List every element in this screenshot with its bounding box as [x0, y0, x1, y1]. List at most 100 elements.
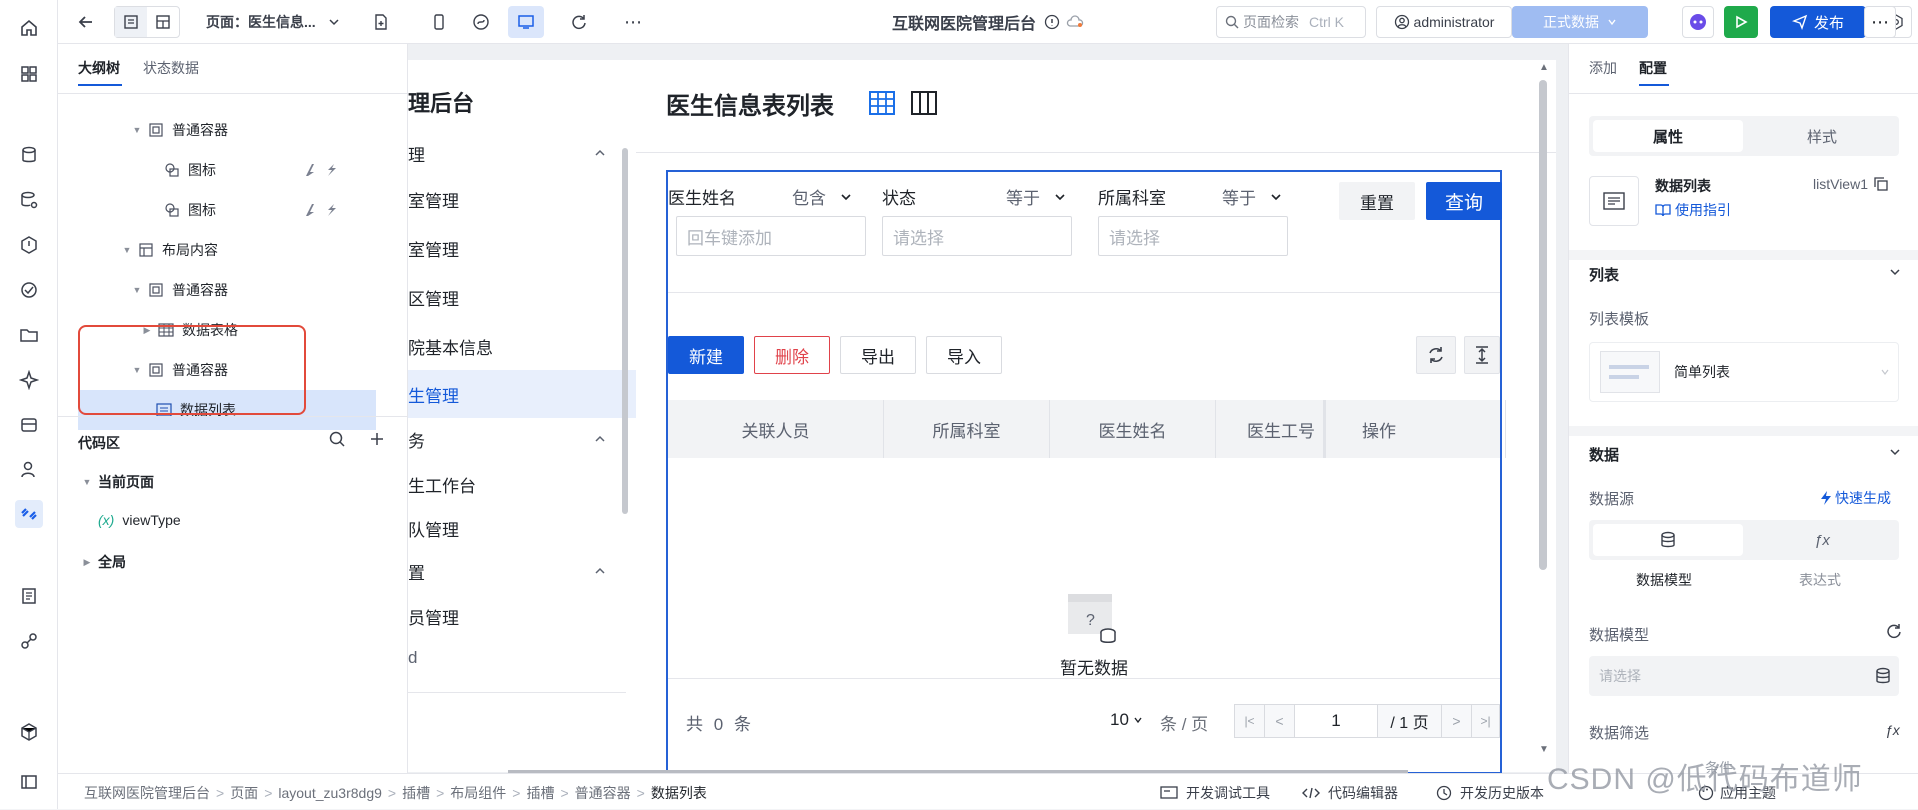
- breadcrumb-item[interactable]: 插槽: [526, 783, 554, 803]
- menu-item[interactable]: 院基本信息: [408, 326, 638, 366]
- filter-operator[interactable]: 等于: [1222, 184, 1282, 209]
- next-page-icon[interactable]: >: [1441, 705, 1471, 737]
- add-page-icon[interactable]: [366, 6, 396, 38]
- tree-node-layout[interactable]: ▼ 布局内容: [58, 230, 408, 270]
- menu-scrollbar[interactable]: [622, 148, 628, 514]
- refresh-icon[interactable]: [564, 6, 594, 38]
- logic-icon[interactable]: [15, 231, 43, 259]
- publish-button[interactable]: 发布: [1770, 6, 1866, 38]
- folder-icon[interactable]: [15, 321, 43, 349]
- breadcrumb-item[interactable]: 页面: [230, 783, 258, 803]
- back-icon[interactable]: [70, 6, 102, 38]
- column-header[interactable]: 关联人员: [668, 400, 884, 458]
- user-menu[interactable]: administrator: [1376, 6, 1512, 38]
- filter-operator[interactable]: 包含: [792, 184, 852, 209]
- caret-down-icon[interactable]: ▼: [132, 285, 142, 295]
- page-search-input[interactable]: 页面检索 Ctrl K: [1216, 6, 1366, 38]
- section-list-title[interactable]: 列表: [1589, 264, 1619, 285]
- tree-node-container[interactable]: ▼ 普通容器: [58, 110, 408, 150]
- status-filter-select[interactable]: 请选择: [882, 216, 1072, 256]
- query-button[interactable]: 查询: [1426, 182, 1502, 220]
- breadcrumb-item[interactable]: 插槽: [402, 783, 430, 803]
- variable-item[interactable]: (x) viewType: [98, 512, 181, 528]
- tree-node-table[interactable]: ▶ 数据表格: [58, 310, 408, 350]
- menu-group[interactable]: 理: [408, 133, 638, 173]
- menu-item[interactable]: 队管理: [408, 508, 638, 548]
- menu-item[interactable]: 员管理: [408, 596, 638, 636]
- row-height-icon[interactable]: [1464, 336, 1500, 374]
- caret-right-icon[interactable]: ▶: [82, 557, 92, 567]
- tab-state-data[interactable]: 状态数据: [143, 58, 199, 78]
- menu-item[interactable]: d: [408, 638, 638, 678]
- copy-icon[interactable]: [1874, 177, 1888, 191]
- assistant-icon[interactable]: [1682, 6, 1714, 38]
- info-icon[interactable]: [1044, 14, 1060, 30]
- breadcrumb-item[interactable]: 布局组件: [450, 783, 506, 803]
- search-icon[interactable]: [328, 430, 346, 448]
- plugin-icon[interactable]: [15, 718, 43, 746]
- caret-down-icon[interactable]: ▼: [132, 125, 142, 135]
- page-number-input[interactable]: 1: [1295, 705, 1377, 737]
- tree-node-icon[interactable]: 图标: [58, 150, 408, 190]
- canvas-vertical-scrollbar[interactable]: ▲ ▼: [1536, 60, 1550, 772]
- code-editor-button[interactable]: 代码编辑器: [1302, 783, 1398, 803]
- column-header[interactable]: 医生工号: [1216, 400, 1324, 458]
- doctor-name-filter-input[interactable]: 回车键添加: [676, 216, 866, 256]
- menu-item[interactable]: 生工作台: [408, 464, 638, 504]
- caret-down-icon[interactable]: ▼: [82, 477, 92, 487]
- menu-item[interactable]: 区管理: [408, 277, 638, 317]
- tab-properties[interactable]: 属性: [1593, 120, 1743, 152]
- history-button[interactable]: 开发历史版本: [1436, 783, 1544, 803]
- tree-node-datalist-selected[interactable]: 数据列表: [78, 390, 376, 430]
- list-template-select[interactable]: 简单列表: [1589, 342, 1899, 402]
- environment-select[interactable]: 正式数据: [1512, 6, 1648, 38]
- desktop-preview-icon[interactable]: [508, 6, 544, 38]
- menu-group[interactable]: 务: [408, 419, 638, 459]
- column-header[interactable]: 所属科室: [884, 400, 1050, 458]
- tree-node-icon[interactable]: 图标: [58, 190, 408, 230]
- chevron-down-icon[interactable]: [1889, 266, 1901, 278]
- caret-right-icon[interactable]: ▶: [142, 325, 152, 335]
- menu-item-active[interactable]: 生管理: [408, 370, 638, 418]
- scroll-thumb[interactable]: [1539, 80, 1547, 570]
- page-selector[interactable]: 页面：医生信息...: [206, 6, 356, 38]
- chevron-down-icon[interactable]: [1889, 446, 1901, 458]
- code-global[interactable]: ▶ 全局: [82, 552, 126, 572]
- column-header[interactable]: 医生姓名: [1050, 400, 1216, 458]
- columns-view-icon[interactable]: [910, 90, 938, 116]
- collapse-sidebar-icon[interactable]: [15, 768, 43, 796]
- page-size-select[interactable]: 10: [1110, 710, 1143, 730]
- ai-sparkle-icon[interactable]: [15, 366, 43, 394]
- refresh-list-icon[interactable]: [1416, 336, 1456, 374]
- usage-guide-link[interactable]: 使用指引: [1655, 200, 1731, 220]
- database-icon[interactable]: [15, 141, 43, 169]
- column-header[interactable]: 操作: [1324, 400, 1506, 458]
- integration-icon[interactable]: [15, 411, 43, 439]
- run-preview-icon[interactable]: [1724, 6, 1758, 38]
- export-button[interactable]: 导出: [840, 336, 916, 374]
- more-options-icon[interactable]: ⋯: [618, 6, 648, 38]
- delete-button[interactable]: 删除: [754, 336, 830, 374]
- breadcrumb-item[interactable]: 互联网医院管理后台: [84, 783, 210, 803]
- home-icon[interactable]: [15, 14, 43, 42]
- component-id[interactable]: listView1: [1813, 176, 1888, 192]
- first-page-icon[interactable]: |<: [1235, 705, 1265, 737]
- event-bindings-icon[interactable]: [300, 162, 342, 178]
- breadcrumb-item[interactable]: 普通容器: [575, 783, 631, 803]
- devtools-button[interactable]: 开发调试工具: [1160, 783, 1270, 803]
- layout-view-icon[interactable]: [147, 7, 179, 37]
- tab-add[interactable]: 添加: [1589, 58, 1617, 78]
- quick-generate-link[interactable]: 快速生成: [1819, 488, 1891, 508]
- link-icon[interactable]: [15, 500, 43, 528]
- process-icon[interactable]: [15, 276, 43, 304]
- tab-outline-tree[interactable]: 大纲树: [78, 58, 120, 78]
- mobile-preview-icon[interactable]: [424, 6, 454, 38]
- connector-icon[interactable]: [15, 627, 43, 655]
- selected-data-list[interactable]: 医生姓名 包含 回车键添加 状态 等于 请选择 所属科室 等于 请选择 重置 查…: [666, 170, 1506, 773]
- tab-style[interactable]: 样式: [1747, 120, 1897, 152]
- breadcrumb-item[interactable]: layout_zu3r8dg9: [278, 785, 382, 801]
- tree-node-container[interactable]: ▼ 普通容器: [58, 270, 408, 310]
- table-view-icon[interactable]: [868, 90, 896, 116]
- tree-node-container[interactable]: ▼ 普通容器: [58, 350, 408, 390]
- expression-icon[interactable]: ƒx: [1747, 524, 1897, 556]
